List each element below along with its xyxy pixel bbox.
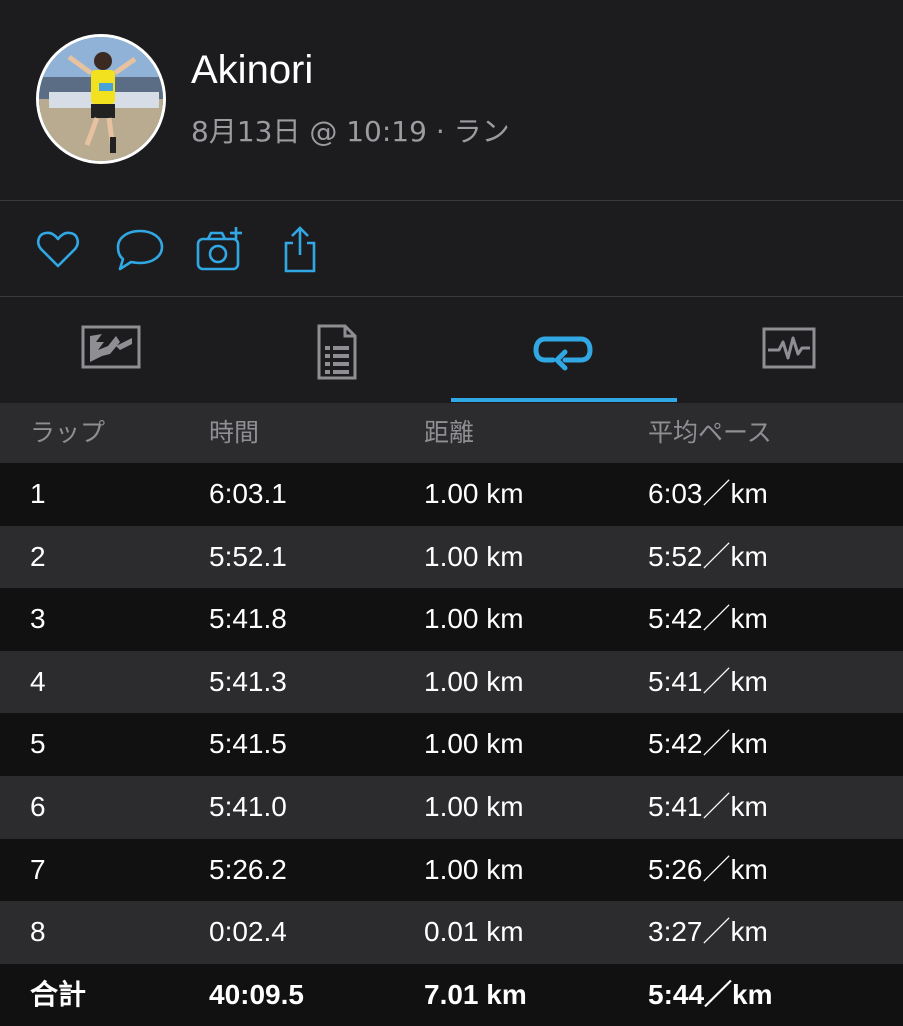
lap-pace: 5:52／km (648, 540, 768, 572)
lap-number: 5 (30, 728, 46, 760)
table-header-row: ラップ 時間 距離 平均ペース (0, 403, 903, 463)
lap-distance: 1.00 km (424, 728, 524, 760)
heart-icon[interactable] (34, 225, 84, 275)
lap-time: 5:52.1 (209, 540, 287, 572)
lap-time: 5:26.2 (209, 853, 287, 885)
column-header-time[interactable]: 時間 (209, 403, 259, 463)
total-pace: 5:44／km (648, 978, 773, 1010)
tab-bar (0, 297, 903, 403)
lap-number: 1 (30, 478, 46, 509)
lap-number: 4 (30, 665, 46, 697)
lap-pace: 5:42／km (648, 728, 768, 760)
lap-distance: 1.00 km (424, 478, 524, 509)
action-bar (0, 201, 903, 296)
lap-time: 5:41.8 (209, 603, 287, 635)
share-icon[interactable] (278, 225, 328, 275)
lap-distance: 0.01 km (424, 916, 524, 948)
activity-meta: 8月13日 @ 10:19 · ラン (191, 115, 510, 148)
avatar[interactable] (36, 34, 166, 164)
lap-number: 2 (30, 540, 46, 572)
lap-distance: 1.00 km (424, 665, 524, 697)
lap-distance: 1.00 km (424, 603, 524, 635)
lap-number: 7 (30, 853, 46, 885)
lap-time: 5:41.3 (209, 665, 287, 697)
activity-header: Akinori 8月13日 @ 10:19 · ラン (0, 0, 903, 200)
tab-map[interactable] (0, 297, 225, 403)
lap-pace: 6:03／km (648, 478, 768, 509)
total-row: 合計 40:09.5 7.01 km 5:44／km (0, 963, 903, 1026)
table-row[interactable]: 4 5:41.3 1.00 km 5:41／km (0, 650, 903, 714)
athlete-name: Akinori (191, 48, 314, 92)
table-row[interactable]: 5 5:41.5 1.00 km 5:42／km (0, 713, 903, 776)
laps-icon (533, 336, 593, 371)
column-header-pace[interactable]: 平均ペース (648, 403, 772, 463)
lap-pace: 5:41／km (648, 790, 768, 822)
total-distance: 7.01 km (424, 978, 527, 1010)
lap-distance: 1.00 km (424, 790, 524, 822)
lap-pace: 3:27／km (648, 916, 768, 948)
table-row[interactable]: 2 5:52.1 1.00 km 5:52／km (0, 525, 903, 589)
lap-table: ラップ 時間 距離 平均ペース 1 6:03.1 1.00 km 6:03／km… (0, 403, 903, 1026)
lap-time: 0:02.4 (209, 916, 287, 948)
column-header-lap[interactable]: ラップ (30, 403, 105, 463)
total-time: 40:09.5 (209, 978, 304, 1010)
tab-details[interactable] (225, 297, 450, 403)
comment-icon[interactable] (114, 225, 164, 275)
chart-icon (762, 327, 816, 369)
lap-pace: 5:41／km (648, 665, 768, 697)
camera-add-icon[interactable] (194, 225, 244, 275)
details-icon (317, 324, 357, 380)
column-header-distance[interactable]: 距離 (424, 403, 474, 463)
lap-time: 6:03.1 (209, 478, 287, 509)
lap-distance: 1.00 km (424, 540, 524, 572)
lap-pace: 5:42／km (648, 603, 768, 635)
total-label: 合計 (30, 978, 87, 1010)
table-row[interactable]: 8 0:02.4 0.01 km 3:27／km (0, 901, 903, 964)
lap-number: 3 (30, 603, 46, 635)
table-row[interactable]: 7 5:26.2 1.00 km 5:26／km (0, 838, 903, 902)
lap-pace: 5:26／km (648, 853, 768, 885)
table-row[interactable]: 3 5:41.8 1.00 km 5:42／km (0, 588, 903, 651)
tab-laps[interactable] (451, 297, 676, 403)
runner-photo (39, 37, 163, 161)
map-icon (81, 325, 141, 369)
table-row[interactable]: 6 5:41.0 1.00 km 5:41／km (0, 775, 903, 839)
lap-number: 8 (30, 916, 46, 948)
lap-distance: 1.00 km (424, 853, 524, 885)
lap-time: 5:41.0 (209, 790, 287, 822)
lap-time: 5:41.5 (209, 728, 287, 760)
lap-number: 6 (30, 790, 46, 822)
tab-charts[interactable] (677, 297, 902, 403)
active-tab-indicator (451, 398, 677, 402)
table-row[interactable]: 1 6:03.1 1.00 km 6:03／km (0, 463, 903, 526)
